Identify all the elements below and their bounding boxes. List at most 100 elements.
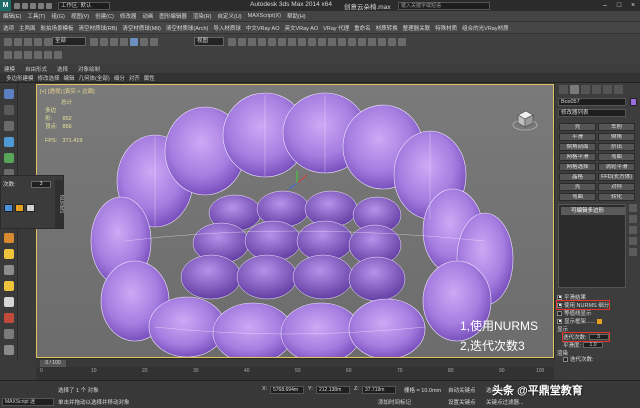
redo-icon[interactable] xyxy=(14,38,22,46)
smoothness-input[interactable]: 1.0 xyxy=(583,342,604,348)
snap-toggle-icon[interactable] xyxy=(258,38,266,46)
modify-tab-icon[interactable] xyxy=(570,85,579,94)
plugin-btn-vray-ao-cn[interactable]: 中文VRay AO xyxy=(246,24,280,32)
coord-z-input[interactable]: 37.719m xyxy=(362,386,396,394)
plugin-btn-import-mtl[interactable]: 导入材质球 xyxy=(213,24,241,32)
iterations-input[interactable]: 3 xyxy=(588,334,609,340)
redo-icon[interactable] xyxy=(46,2,52,9)
named-selection-icon[interactable] xyxy=(298,38,306,46)
modifier-button[interactable]: 弯曲 xyxy=(598,153,635,161)
menu-item-tools[interactable]: 工具(T) xyxy=(27,12,45,20)
plugin-btn-vray-proxy[interactable]: VRay 代理 xyxy=(323,24,349,32)
hierarchy-tab-icon[interactable] xyxy=(581,85,590,94)
iterations-spinner[interactable]: 3 xyxy=(31,181,51,188)
modifier-button[interactable]: 挤出 xyxy=(598,143,635,151)
preview-swatch[interactable] xyxy=(15,204,24,212)
render-setup-icon[interactable] xyxy=(378,38,386,46)
selection-filter-dropdown[interactable]: 全部 xyxy=(52,37,86,46)
plugin-btn-vray-ao-en[interactable]: 英文VRay AO xyxy=(284,24,318,32)
plugin-btn-organizer[interactable]: 整理器关联 xyxy=(403,24,431,32)
set-key-button[interactable]: 设置关键点 xyxy=(448,398,476,406)
show-cage-row[interactable]: 显示框架...... xyxy=(557,317,603,325)
plugin-btn-special-mtl[interactable]: 特殊材质 xyxy=(435,24,457,32)
rect-selection-icon[interactable] xyxy=(110,38,118,46)
menu-item-customize[interactable]: 自定义(U) xyxy=(218,12,242,20)
reference-coord-dropdown[interactable]: 视图 xyxy=(194,37,224,46)
isoline-checkbox[interactable] xyxy=(557,310,562,316)
spinner-snap-icon[interactable] xyxy=(288,38,296,46)
select-move-icon[interactable] xyxy=(130,38,138,46)
menu-item-rendering[interactable]: 渲染(R) xyxy=(193,12,212,20)
add-time-tag[interactable]: 添加时间标记 xyxy=(378,398,411,406)
menu-item-edit[interactable]: 编辑(E) xyxy=(3,12,21,20)
ribbon-tab-object-paint[interactable]: 对象绘制 xyxy=(78,65,100,73)
modifier-button[interactable]: 壳 xyxy=(559,183,596,191)
vray-light-icon[interactable] xyxy=(14,51,22,59)
menu-item-help[interactable]: 帮助(H) xyxy=(287,12,306,20)
stack-item-editable-poly[interactable]: 可编辑多边形 xyxy=(561,207,625,215)
track-bar[interactable]: 0 10 20 30 40 50 60 70 80 90 100 xyxy=(36,367,554,380)
tree-icon[interactable] xyxy=(4,153,14,163)
helper-icon[interactable] xyxy=(4,265,14,275)
angle-snap-icon[interactable] xyxy=(268,38,276,46)
bind-space-warp-icon[interactable] xyxy=(44,38,52,46)
modifier-button[interactable]: FFD(长方体) xyxy=(598,173,635,181)
schematic-view-icon[interactable] xyxy=(358,38,366,46)
vray-plane-icon[interactable] xyxy=(54,51,62,59)
plugin-btn-main[interactable]: 主两面 xyxy=(19,24,36,32)
mirror-icon[interactable] xyxy=(308,38,316,46)
menu-item-create[interactable]: 创建(C) xyxy=(95,12,114,20)
coord-x-input[interactable]: 5768.694m xyxy=(270,386,304,394)
render-icon[interactable] xyxy=(4,313,14,323)
ribbon-tab-freeform[interactable]: 自由形式 xyxy=(25,65,47,73)
curve-editor-icon[interactable] xyxy=(348,38,356,46)
modifier-button[interactable]: 网格选择 xyxy=(559,163,596,171)
undo-icon[interactable] xyxy=(4,38,12,46)
layer-explorer-icon[interactable] xyxy=(4,121,14,131)
sun-icon[interactable] xyxy=(4,233,14,243)
minimize-icon[interactable]: – xyxy=(598,0,612,11)
render-iterations-checkbox[interactable] xyxy=(563,356,568,362)
systems-icon[interactable] xyxy=(4,345,14,355)
modifier-button[interactable]: 网格平滑 xyxy=(559,153,596,161)
use-nurms-row[interactable]: 使用 NURMS 细分 xyxy=(555,300,611,310)
maxscript-listener[interactable]: MAXScript 迷 xyxy=(2,398,54,406)
percent-snap-icon[interactable] xyxy=(278,38,286,46)
plugin-btn-clear-mtl[interactable]: 清空材质球(Mtl) xyxy=(122,24,161,32)
vray-frame-buffer-icon[interactable] xyxy=(4,51,12,59)
app-logo-icon[interactable]: M xyxy=(0,0,11,11)
transform-gizmo[interactable] xyxy=(288,171,308,190)
modifier-button[interactable]: 转化 xyxy=(598,193,635,201)
ribbon-properties[interactable]: 属性 xyxy=(144,74,155,82)
utilities-tab-icon[interactable] xyxy=(614,85,623,94)
remove-modifier-icon[interactable] xyxy=(629,237,637,245)
isoline-row[interactable]: 等值线显示 xyxy=(557,309,592,317)
layer-manager-icon[interactable] xyxy=(328,38,336,46)
object-name-field[interactable]: Box057 xyxy=(558,98,626,106)
create-tab-icon[interactable] xyxy=(559,85,568,94)
omni-light-icon[interactable] xyxy=(4,249,14,259)
select-manipulate-icon[interactable] xyxy=(238,38,246,46)
use-nurms-checkbox[interactable] xyxy=(557,302,562,308)
menu-item-view[interactable]: 视图(V) xyxy=(71,12,89,20)
coord-y-input[interactable]: 212.138m xyxy=(316,386,350,394)
modifier-button[interactable]: 车削 xyxy=(598,123,635,131)
cloud-sofa-mesh[interactable] xyxy=(85,91,525,358)
menu-item-group[interactable]: 组(G) xyxy=(51,12,64,20)
show-cage-checkbox[interactable] xyxy=(557,318,562,324)
modifier-list-dropdown[interactable]: 修改器列表 xyxy=(558,109,626,117)
open-file-icon[interactable] xyxy=(22,2,28,9)
ribbon-tab-selection[interactable]: 选择 xyxy=(57,65,68,73)
vray-tool-icon[interactable] xyxy=(4,89,14,99)
object-color-swatch[interactable] xyxy=(630,98,637,106)
workspace-dropdown[interactable]: 工作区: 默认 xyxy=(58,1,110,10)
plugin-btn-vray-light-mtl[interactable]: 组合的光VRay材质 xyxy=(462,24,508,32)
space-warp-icon[interactable] xyxy=(4,329,14,339)
pin-stack-icon[interactable] xyxy=(629,204,637,212)
ribbon-align[interactable]: 对齐 xyxy=(129,74,140,82)
make-unique-icon[interactable] xyxy=(629,226,637,234)
menu-item-modifiers[interactable]: 修改器 xyxy=(120,12,137,20)
cage-color-swatch[interactable] xyxy=(597,318,603,324)
modifier-button[interactable]: 晶格 xyxy=(559,173,596,181)
menu-item-animation[interactable]: 动画 xyxy=(142,12,153,20)
